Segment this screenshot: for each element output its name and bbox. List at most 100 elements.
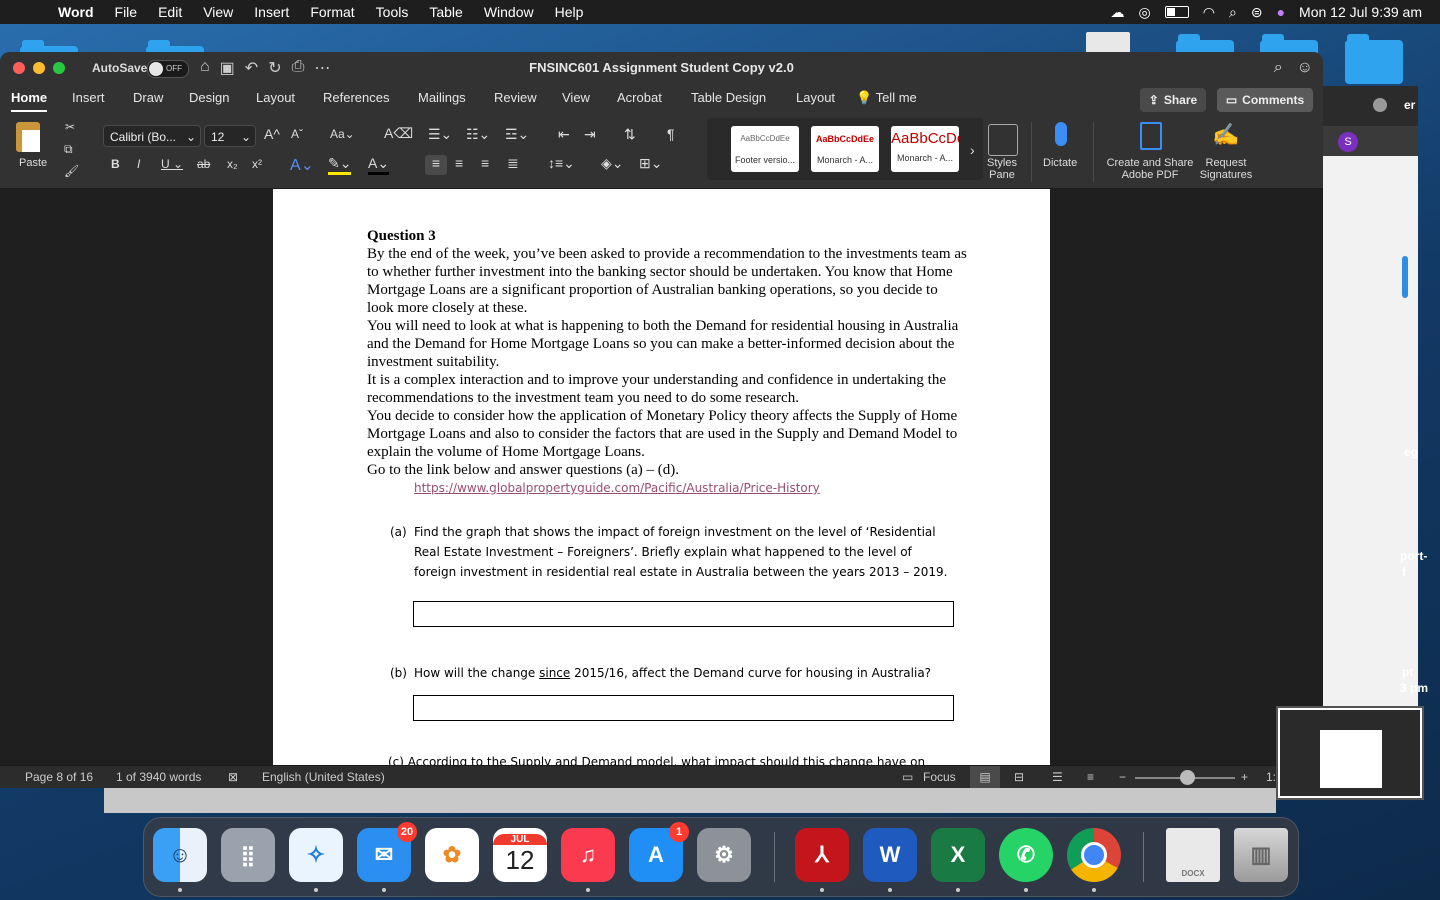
tab-draw[interactable]: Draw [133,90,163,105]
minimize-button[interactable] [33,62,45,74]
print-icon[interactable]: ⎙ [292,58,305,78]
zoom-button[interactable] [53,62,65,74]
zoom-in-icon[interactable]: + [1241,770,1248,784]
comments-button[interactable]: ▭ Comments [1217,88,1313,112]
focus-icon[interactable]: ▭ [902,770,913,784]
focus-label[interactable]: Focus [923,770,956,784]
numbering-icon[interactable]: ☷⌄ [466,126,490,143]
menu-window[interactable]: Window [484,4,534,20]
price-history-link[interactable]: https://www.globalpropertyguide.com/Paci… [414,481,820,495]
mail-icon[interactable]: ✉ 20 [357,822,417,882]
menu-help[interactable]: Help [555,4,584,20]
multilevel-list-icon[interactable]: ☲⌄ [505,126,529,143]
outline-icon[interactable]: ☰ [1052,770,1063,784]
web-layout-icon[interactable]: ⊟ [1014,770,1024,784]
align-right-icon[interactable]: ≡ [481,155,489,171]
autosave-toggle[interactable]: OFF [147,60,189,78]
menu-tools[interactable]: Tools [376,4,409,20]
line-spacing-icon[interactable]: ↕≡⌄ [548,155,575,172]
trash-icon[interactable]: ▥ [1234,828,1288,882]
draft-icon[interactable]: ≡ [1087,770,1094,784]
strikethrough-icon[interactable]: ab [197,157,210,171]
cloud-icon[interactable]: ☁ [1111,4,1125,21]
siri-icon[interactable]: ● [1277,4,1285,20]
menu-file[interactable]: File [115,4,138,20]
search-icon[interactable]: ⌕ [1229,4,1237,21]
justify-icon[interactable]: ≣ [507,155,519,172]
chevron-down-icon[interactable] [1373,98,1387,112]
system-preferences-icon[interactable]: ⚙ [697,828,751,882]
question-body[interactable]: Question 3 By the end of the week, you’v… [367,227,967,479]
music-icon[interactable]: ♫ [561,828,615,882]
borders-icon[interactable]: ⊞⌄ [639,155,662,172]
screenshot-thumbnail[interactable] [1276,706,1424,800]
chevron-right-icon[interactable]: › [970,142,975,158]
format-painter-icon[interactable]: 🖌 [64,164,79,178]
whatsapp-icon[interactable]: ✆ [999,828,1053,882]
cut-icon[interactable]: ✂ [65,120,75,134]
style-monarch-1[interactable]: AaBbCcDdEe Monarch - A... [811,126,879,172]
create-share-pdf-label[interactable]: Create and Share Adobe PDF [1104,157,1196,181]
bullets-icon[interactable]: ☰⌄ [428,126,452,143]
create-pdf-icon[interactable] [1140,122,1162,150]
copy-icon[interactable]: ⧉ [64,142,73,157]
tab-references[interactable]: References [323,90,389,105]
finder-icon[interactable]: ☺ [153,828,207,882]
document-page[interactable]: Question 3 By the end of the week, you’v… [273,189,1050,765]
styles-pane-icon[interactable] [988,124,1018,156]
menu-view[interactable]: View [203,4,233,20]
microphone-icon[interactable] [1055,122,1067,146]
menu-format[interactable]: Format [310,4,354,20]
desktop-file-icon[interactable] [1086,32,1130,54]
page-count[interactable]: Page 8 of 16 [25,770,93,784]
font-color-icon[interactable]: A⌄ [368,155,390,175]
sort-icon[interactable]: ⇅ [624,126,636,143]
docx-file-icon[interactable]: DOCX [1166,828,1220,882]
dictate-label[interactable]: Dictate [1043,157,1077,169]
menu-table[interactable]: Table [429,4,462,20]
zoom-out-icon[interactable]: − [1119,770,1126,784]
word-icon[interactable]: W [863,828,917,882]
clear-formatting-icon[interactable]: A⌫ [384,125,413,142]
document-canvas[interactable]: Question 3 By the end of the week, you’v… [0,189,1323,765]
excel-icon[interactable]: X [931,828,985,882]
redo-icon[interactable]: ↻ [268,58,281,78]
align-left-icon[interactable]: ≡ [425,155,447,175]
shrink-font-icon[interactable]: Aˇ [291,127,303,141]
undo-icon[interactable]: ↶ [245,58,258,78]
style-monarch-2[interactable]: AaBbCcDc Monarch - A... [891,126,959,172]
request-signatures-icon[interactable]: ✍ [1212,122,1239,150]
vpn-icon[interactable]: ◎ [1139,4,1151,21]
avatar[interactable]: S [1338,132,1358,152]
tab-table-design[interactable]: Table Design [691,90,766,105]
styles-pane-label[interactable]: Styles Pane [984,157,1020,181]
tab-home[interactable]: Home [11,90,48,112]
close-button[interactable] [13,62,25,74]
background-browser-window[interactable]: S [1322,86,1418,706]
more-icon[interactable]: ⋯ [314,58,330,78]
language[interactable]: English (United States) [262,770,385,784]
battery-icon[interactable] [1164,6,1189,18]
save-icon[interactable]: ▣ [220,58,235,78]
style-footer-version[interactable]: AaBbCcDdEe Footer versio... [731,126,799,172]
superscript-icon[interactable]: x² [252,157,262,171]
italic-icon[interactable]: I [137,157,140,171]
clock[interactable]: Mon 12 Jul 9:39 am [1299,4,1422,20]
grow-font-icon[interactable]: A^ [264,126,280,142]
zoom-level[interactable]: 1: [1266,770,1276,784]
acrobat-icon[interactable]: ⅄ [795,828,849,882]
tab-insert[interactable]: Insert [72,90,105,105]
app-store-icon[interactable]: A1 [629,822,689,882]
safari-icon[interactable]: ✧ [289,828,343,882]
smiley-icon[interactable]: ☺ [1297,59,1313,77]
word-count[interactable]: 1 of 3940 words [116,770,201,784]
decrease-indent-icon[interactable]: ⇤ [558,126,570,143]
menu-insert[interactable]: Insert [254,4,289,20]
tab-design[interactable]: Design [189,90,229,105]
chrome-icon[interactable] [1067,828,1121,882]
request-signatures-label[interactable]: Request Signatures [1196,157,1256,181]
photos-icon[interactable]: ✿ [425,828,479,882]
font-size-select[interactable]: 12 ⌄ [204,125,256,147]
wifi-icon[interactable]: ◠ [1203,4,1215,21]
text-effects-icon[interactable]: A⌄ [290,155,314,175]
